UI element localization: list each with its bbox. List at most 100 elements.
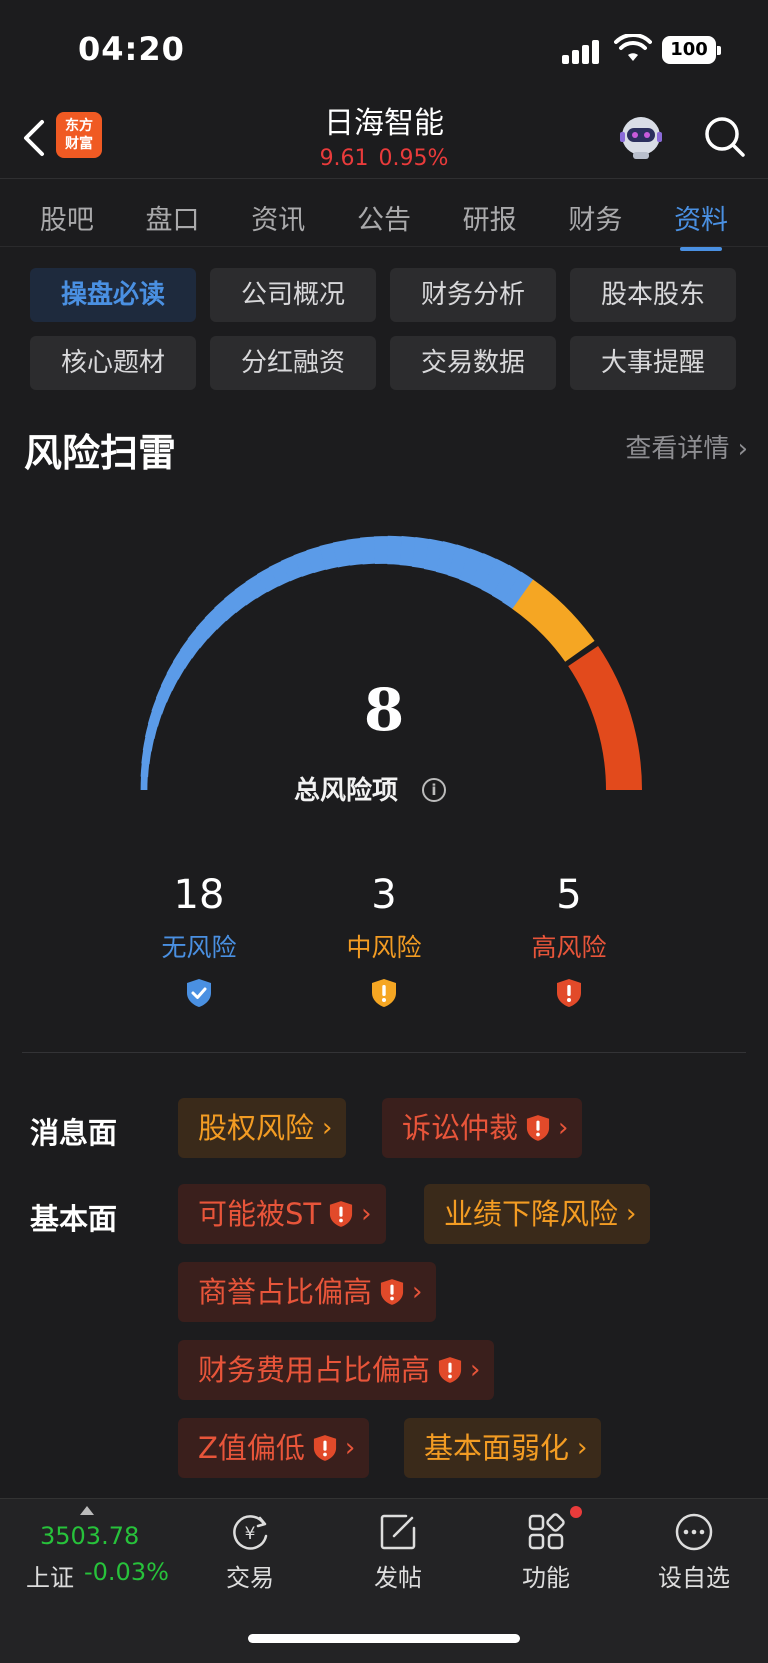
gauge-low-risk-segment [319,542,339,570]
gauge-low-risk-segment [224,589,247,614]
profile-sub-nav: 操盘必读 公司概况 财务分析 股本股东 核心题材 分红融资 交易数据 大事提醒 [30,268,738,390]
chevron-right-icon: › [322,1113,333,1143]
section-divider [22,1052,746,1053]
battery-indicator: 100 [662,36,721,64]
medium-risk-count: 3 [371,872,397,918]
stat-high-risk: 5 高风险 [494,872,644,1012]
chevron-right-icon: › [344,1433,356,1463]
gauge-low-risk-segment [245,574,268,599]
alert-shield-icon [380,1279,404,1305]
fundamental-category-label: 基本面 [30,1202,118,1236]
gauge-low-risk-segment [502,571,534,610]
sub-dividends[interactable]: 分红融资 [210,336,376,390]
notification-dot [570,1506,582,1518]
risk-tag-litigation[interactable]: 诉讼仲裁 › [382,1098,583,1158]
chevron-right-icon: › [412,1277,423,1307]
info-icon[interactable]: i [422,778,446,802]
risk-tag-weakening[interactable]: 基本面弱化 › [404,1418,602,1478]
alert-shield-icon [330,1201,353,1227]
edit-icon [380,1514,416,1550]
tab-divider [0,246,768,247]
chevron-right-icon: › [626,1199,637,1229]
sub-trading-must-read[interactable]: 操盘必读 [30,268,196,322]
gauge-low-risk-segment [447,544,471,580]
alert-shield-icon [313,1435,336,1461]
index-value[interactable]: 3503.78 [40,1522,139,1550]
warning-shield-icon [372,979,396,1007]
tab-news[interactable]: 资讯 [247,198,309,237]
total-risk-label: 总风险项 [294,776,399,806]
sub-trading-data[interactable]: 交易数据 [390,336,556,390]
stat-no-risk: 18 无风险 [124,872,274,1012]
gauge-low-risk-segment [187,627,209,649]
risk-section-title: 风险扫雷 [24,431,177,475]
sub-financial-analysis[interactable]: 财务分析 [390,268,556,322]
chevron-right-icon: › [577,1433,588,1463]
gauge-low-risk-segment [399,535,417,567]
no-risk-count: 18 [173,872,225,918]
gauge-low-risk-segment [141,749,152,765]
nav-post[interactable]: 发帖 [338,1510,458,1593]
total-risk-count: 8 [363,676,405,744]
alert-shield-icon [526,1115,550,1141]
alert-shield-icon [438,1357,462,1383]
gauge-low-risk-segment [346,537,364,566]
check-shield-icon [187,979,211,1007]
risk-tag-goodwill[interactable]: 商誉占比偏高 › [178,1262,437,1322]
gauge-low-risk-segment [280,555,303,582]
home-indicator [248,1634,520,1643]
sub-shareholders[interactable]: 股本股东 [570,268,736,322]
expand-up-icon[interactable] [80,1506,94,1515]
risk-tag-st[interactable]: 可能被ST › [178,1184,386,1244]
news-category-label: 消息面 [30,1116,118,1150]
index-name[interactable]: 上证 [26,1558,74,1593]
tab-pankou[interactable]: 盘口 [142,198,204,237]
search-icon[interactable] [702,114,746,158]
risk-tag-z-value[interactable]: Z值偏低 › [178,1418,370,1478]
tab-announcements[interactable]: 公告 [353,198,415,237]
svg-text:¥: ¥ [245,1524,256,1544]
view-details-link[interactable]: 查看详情 › [625,428,748,465]
risk-tag-equity[interactable]: 股权风险 › [178,1098,347,1158]
gauge-low-risk-segment [435,541,458,576]
chevron-right-icon: › [470,1355,481,1385]
gauge-low-risk-segment [166,661,186,680]
gauge-low-risk-segment [470,553,497,590]
sub-events[interactable]: 大事提醒 [570,336,736,390]
high-risk-label: 高风险 [531,933,607,962]
cellular-signal-icon [562,38,602,64]
sub-company-overview[interactable]: 公司概况 [210,268,376,322]
sub-core-themes[interactable]: 核心题材 [30,336,196,390]
gauge-low-risk-segment [256,567,280,593]
gauge-low-risk-segment [172,649,193,669]
gauge-low-risk-segment [179,638,201,659]
index-change[interactable]: -0.03% [84,1558,169,1586]
nav-functions[interactable]: 功能 [486,1510,606,1593]
gauge-low-risk-segment [491,564,522,603]
tab-profile[interactable]: 资料 [670,198,732,251]
more-icon [675,1513,713,1551]
tab-research[interactable]: 研报 [459,198,521,237]
header-divider [0,178,768,179]
gauge-medium-risk-arc [512,579,595,662]
gauge-low-risk-segment [293,550,315,577]
gauge-low-risk-segment [411,536,430,569]
risk-tag-finance-cost[interactable]: 财务费用占比偏高 › [178,1340,495,1400]
gauge-low-risk-segment [214,598,237,622]
gauge-low-risk-segment [268,560,291,587]
nav-add-watchlist[interactable]: 设自选 [634,1510,754,1593]
tab-guba[interactable]: 股吧 [36,198,98,237]
risk-gauge [140,535,642,791]
wifi-icon [614,34,652,61]
stock-change: 0.95% [378,146,449,171]
gauge-low-risk-segment [306,546,327,574]
gauge-low-risk-segment [459,548,484,585]
risk-tag-performance[interactable]: 业绩下降风险 › [424,1184,651,1244]
gauge-low-risk-segment [332,539,351,568]
tab-finance[interactable]: 财务 [564,198,626,237]
gauge-low-risk-segment [195,617,218,639]
robot-assistant-icon[interactable] [616,112,666,162]
stock-price: 9.61 [319,146,369,171]
yen-exchange-icon: ¥ [233,1515,268,1550]
nav-trade[interactable]: ¥ 交易 [190,1510,310,1593]
